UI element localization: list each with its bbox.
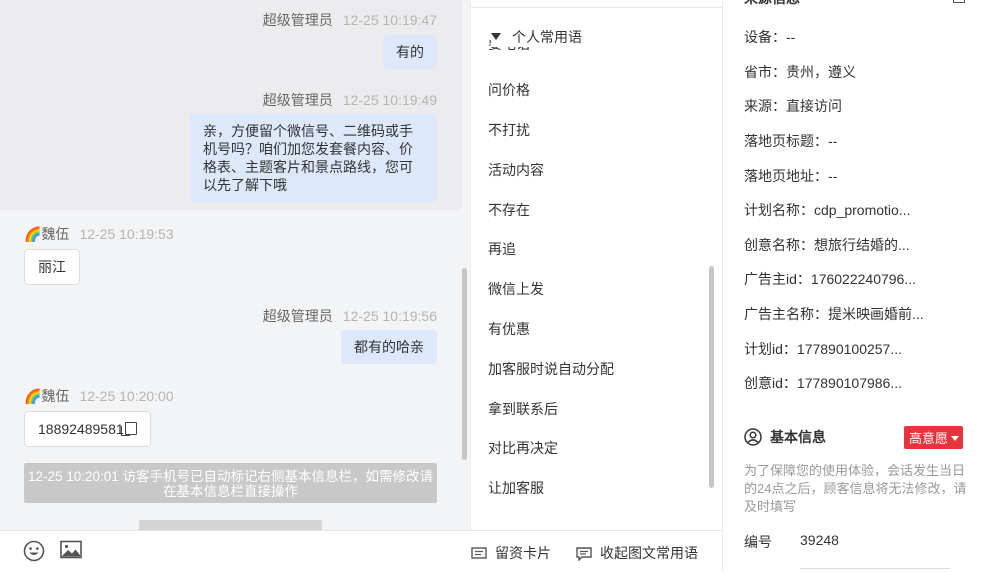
number-label: 编号	[744, 534, 772, 550]
info-row-device: 设备：--	[744, 29, 796, 45]
info-row-source: 来源：直接访问	[744, 98, 842, 114]
intent-level-dropdown[interactable]: 高意愿	[904, 426, 964, 449]
edit-icon[interactable]	[953, 0, 965, 3]
customer-info-pane[interactable]: 来源信息 设备：-- 省市：贵州，遵义 来源：直接访问 落地页标题：-- 落地页…	[722, 0, 984, 572]
copy-icon[interactable]	[120, 422, 137, 436]
info-row-creative-id: 创意id：177890107986...	[744, 375, 903, 391]
phrases-group-header[interactable]: 个人常用语	[491, 27, 588, 47]
system-notice: 12-25 10:20:01 访客手机号已自动标记右侧基本信息栏，如需修改请在基…	[24, 463, 437, 503]
info-row-landing-title: 落地页标题：--	[744, 133, 838, 149]
caret-down-icon	[951, 436, 960, 441]
info-row-advertiser-id: 广告主id：176022240796...	[744, 271, 917, 287]
common-phrases-pane[interactable]: 要电话 个人常用语 问价格 不打扰 活动内容 不存在 再追 微信上发 有优惠 加…	[470, 0, 723, 530]
phone-number-text: 18892489581	[38, 421, 124, 437]
info-row-landing-url: 落地页地址：--	[744, 168, 838, 184]
message-bubble-incoming[interactable]: 丽江	[24, 249, 80, 285]
card-icon	[471, 547, 487, 559]
chat-pane[interactable]: 超级管理员 12-25 10:19:47 有的 超级管理员 12-25 10:19:…	[0, 0, 470, 530]
lead-card-button[interactable]: 留资卡片	[471, 543, 551, 563]
message-icon	[576, 547, 592, 562]
emoji-icon[interactable]	[23, 540, 45, 567]
message-meta: 超级管理员 12-25 10:19:49	[262, 92, 437, 108]
phrase-item[interactable]: 再追	[488, 239, 516, 259]
caret-down-icon	[491, 33, 501, 40]
phrase-item[interactable]: 加客服时说自动分配	[488, 359, 614, 379]
phrase-item[interactable]: 拿到联系后	[488, 399, 558, 419]
number-value: 39248	[800, 532, 839, 548]
phrase-item[interactable]: 微信上发	[488, 279, 544, 299]
phrase-item[interactable]: 对比再决定	[488, 438, 558, 458]
message-meta: 超级管理员 12-25 10:19:56	[262, 308, 437, 324]
number-field-underline	[800, 568, 950, 569]
info-row-region: 省市：贵州，遵义	[744, 64, 856, 80]
phrase-item[interactable]: 活动内容	[488, 160, 544, 180]
message-bubble-outgoing[interactable]: 有的	[383, 35, 437, 69]
info-row-creative-name: 创意名称：想旅行结婚的...	[744, 237, 910, 253]
message-meta: 🌈魏伍 12-25 10:19:53	[24, 226, 174, 242]
basic-info-title: 基本信息	[744, 427, 826, 447]
phrase-item[interactable]: 有优惠	[488, 319, 530, 339]
info-row-plan-name: 计划名称：cdp_promotio...	[744, 202, 911, 218]
message-bubble-outgoing[interactable]: 亲，方便留个微信号、二维码或手机号吗？咱们加您发套餐内容、价格表、主题客片和景点…	[190, 114, 437, 202]
source-info-title: 来源信息	[744, 0, 800, 8]
user-icon	[744, 428, 762, 446]
message-bubble-outgoing[interactable]: 都有的哈亲	[341, 330, 437, 364]
edit-notice: 为了保障您的使用体验，会话发生当日的24点之后，顾客信息将无法修改，请及时填写	[744, 463, 967, 514]
phrase-item[interactable]: 让加客服	[488, 478, 544, 498]
message-bubble-incoming[interactable]: 18892489581	[24, 411, 151, 447]
phrase-item[interactable]: 问价格	[488, 80, 530, 100]
message-meta: 🌈魏伍 12-25 10:20:00	[24, 388, 174, 404]
chat-toolbar: 留资卡片 收起图文常用语	[0, 530, 722, 573]
message-meta: 超级管理员 12-25 10:19:47	[262, 12, 437, 28]
phrase-item[interactable]: 不打扰	[488, 120, 530, 140]
image-icon[interactable]	[60, 540, 82, 565]
info-row-plan-id: 计划id：177890100257...	[744, 341, 903, 357]
phrases-scrollbar[interactable]	[709, 266, 714, 488]
chat-scrollbar[interactable]	[462, 268, 467, 460]
info-row-advertiser-name: 广告主名称：提米映画婚前...	[744, 306, 924, 322]
collapse-phrases-button[interactable]: 收起图文常用语	[576, 543, 698, 563]
system-notice-partial	[139, 520, 322, 530]
phrase-item[interactable]: 不存在	[488, 200, 530, 220]
divider	[471, 7, 723, 8]
